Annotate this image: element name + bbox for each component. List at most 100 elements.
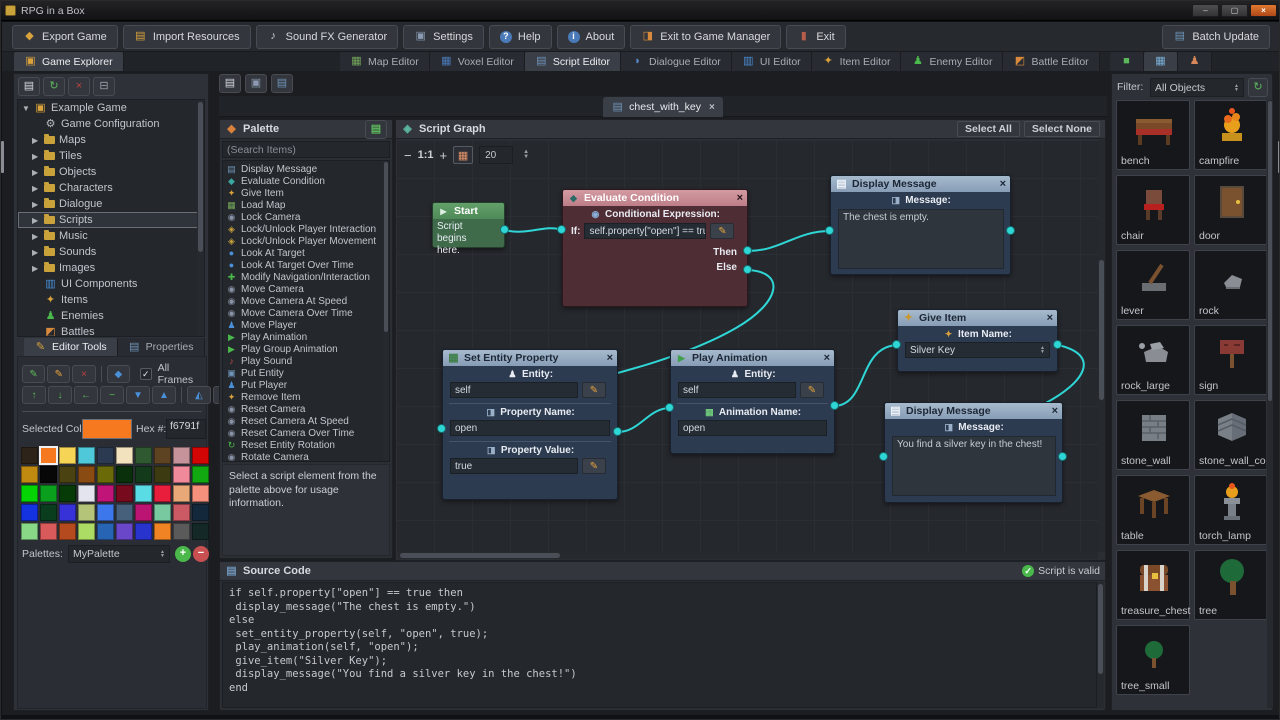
palette-dock-button[interactable]: ▤ (365, 120, 387, 139)
node-port[interactable] (830, 401, 839, 410)
message-textarea[interactable]: The chest is empty. (838, 209, 1004, 269)
color-swatch[interactable] (173, 466, 190, 483)
node-port[interactable] (1058, 452, 1067, 461)
asset-tile-tree_small[interactable]: tree_small (1116, 625, 1190, 695)
zoom-reset-button[interactable]: 1:1 (418, 149, 434, 161)
menu-item-about[interactable]: iAbout (557, 25, 626, 49)
chevron-right-icon[interactable]: ▶ (32, 152, 40, 161)
chevron-right-icon[interactable]: ▶ (32, 168, 40, 177)
asset-tile-rock_large[interactable]: rock_large (1116, 325, 1190, 395)
chevron-right-icon[interactable]: ▶ (32, 216, 40, 225)
color-swatch[interactable] (40, 523, 57, 540)
close-tab-icon[interactable]: × (709, 102, 715, 113)
tab-script-editor[interactable]: ▤Script Editor (525, 52, 621, 71)
condition-expression-input[interactable]: self.property["open"] == true (584, 223, 706, 239)
node-port[interactable] (665, 403, 674, 412)
close-node-icon[interactable]: × (607, 352, 613, 364)
edit-entity-button[interactable]: ✎ (800, 382, 824, 398)
tab-ui-editor[interactable]: ▥UI Editor (732, 52, 812, 71)
menu-item-export-game[interactable]: ◆Export Game (12, 25, 118, 49)
chevron-right-icon[interactable]: ▶ (32, 200, 40, 209)
hex-input[interactable]: f6791f (166, 419, 206, 439)
tree-item-items[interactable]: ✦Items (18, 292, 204, 308)
menu-item-sound-fx-generator[interactable]: ♪Sound FX Generator (256, 25, 399, 49)
node-port[interactable] (557, 225, 566, 234)
tree-scrollbar[interactable] (198, 102, 203, 252)
tree-item-tiles[interactable]: ▶Tiles (18, 148, 204, 164)
property-name-input[interactable]: open (450, 420, 610, 436)
erase-tool[interactable]: × (72, 365, 95, 383)
tree-item-enemies[interactable]: ♟Enemies (18, 308, 204, 324)
palette-item-move-camera-at-speed[interactable]: ◉Move Camera At Speed (223, 295, 389, 307)
nudge-left-button[interactable]: ← (74, 386, 98, 404)
palette-item-look-at-target[interactable]: ●Look At Target (223, 247, 389, 259)
color-swatch[interactable] (116, 447, 133, 464)
chevron-right-icon[interactable]: ▶ (32, 232, 40, 241)
palette-item-put-player[interactable]: ♟Put Player (223, 379, 389, 391)
asset-tile-sign[interactable]: sign (1194, 325, 1266, 395)
close-node-icon[interactable]: × (1047, 312, 1053, 324)
tab-voxel-editor[interactable]: ▦Voxel Editor (430, 52, 525, 71)
color-swatch[interactable] (135, 466, 152, 483)
flip-button[interactable]: ◭ (187, 386, 211, 404)
color-swatch[interactable] (116, 504, 133, 521)
palette-item-remove-item[interactable]: ✦Remove Item (223, 391, 389, 403)
filter-dropdown[interactable]: All Objects▲▼ (1150, 78, 1244, 97)
color-swatch[interactable] (135, 447, 152, 464)
chevron-right-icon[interactable]: ▶ (32, 264, 40, 273)
color-swatch[interactable] (173, 447, 190, 464)
node-port[interactable] (825, 226, 834, 235)
color-swatch[interactable] (21, 466, 38, 483)
zoom-in-button[interactable]: + (440, 148, 448, 163)
palette-item-reset-camera[interactable]: ◉Reset Camera (223, 403, 389, 415)
color-swatch[interactable] (154, 523, 171, 540)
tab-map-editor[interactable]: ▦Map Editor (340, 52, 430, 71)
tree-item-characters[interactable]: ▶Characters (18, 180, 204, 196)
color-swatch[interactable] (21, 447, 38, 464)
tree-item-objects[interactable]: ▶Objects (18, 164, 204, 180)
source-scrollbar[interactable] (1098, 584, 1103, 674)
tab-editor-tools[interactable]: ✎Editor Tools (24, 338, 118, 356)
tab-properties[interactable]: ▤Properties (118, 338, 205, 356)
color-swatch[interactable] (78, 485, 95, 502)
tree-item-battles[interactable]: ◩Battles (18, 324, 204, 337)
asset-tile-campfire[interactable]: campfire (1194, 100, 1266, 170)
color-swatch[interactable] (40, 485, 57, 502)
node-display-message-2[interactable]: ▤Display Message× ◨Message: You find a s… (884, 402, 1063, 503)
zoom-out-button[interactable]: − (404, 148, 412, 163)
grid-size-input[interactable]: 20 (479, 146, 513, 164)
tree-item-example-game[interactable]: ▼▣Example Game (18, 100, 204, 116)
chevron-right-icon[interactable]: ▶ (32, 136, 40, 145)
color-swatch[interactable] (21, 504, 38, 521)
node-port[interactable] (437, 424, 446, 433)
palette-item-reset-camera-over-time[interactable]: ◉Reset Camera Over Time (223, 427, 389, 439)
color-swatch[interactable] (78, 447, 95, 464)
palette-item-lock-unlock-player-interaction[interactable]: ◈Lock/Unlock Player Interaction (223, 223, 389, 235)
menu-item-exit[interactable]: ▮Exit (786, 25, 845, 49)
tree-item-scripts[interactable]: ▶Scripts (18, 212, 204, 228)
node-port[interactable] (892, 340, 901, 349)
node-evaluate-condition[interactable]: ◆Evaluate Condition× ◉Conditional Expres… (562, 189, 748, 307)
color-swatch[interactable] (21, 523, 38, 540)
asset-tile-tree[interactable]: tree (1194, 550, 1266, 620)
asset-tile-rock[interactable]: rock (1194, 250, 1266, 320)
node-port[interactable] (879, 452, 888, 461)
color-swatch[interactable] (97, 447, 114, 464)
tree-item-dialogue[interactable]: ▶Dialogue (18, 196, 204, 212)
palette-item-lock-unlock-player-movement[interactable]: ◈Lock/Unlock Player Movement (223, 235, 389, 247)
close-node-icon[interactable]: × (737, 192, 743, 204)
save-script-button[interactable]: ▣ (245, 74, 267, 93)
color-swatch[interactable] (59, 485, 76, 502)
lower-button[interactable]: ▼ (126, 386, 150, 404)
color-swatch[interactable] (40, 447, 57, 464)
palette-item-give-item[interactable]: ✦Give Item (223, 187, 389, 199)
palette-item-modify-navigation-interaction[interactable]: ✚Modify Navigation/Interaction (223, 271, 389, 283)
tab-game-explorer[interactable]: ▣Game Explorer (14, 52, 124, 71)
tab-battle-editor[interactable]: ◩Battle Editor (1003, 52, 1099, 71)
add-voxel-tool[interactable]: ✎ (22, 365, 45, 383)
asset-tile-door[interactable]: door (1194, 175, 1266, 245)
tab-enemy-editor[interactable]: ♟Enemy Editor (901, 52, 1003, 71)
palette-item-reset-camera-at-speed[interactable]: ◉Reset Camera At Speed (223, 415, 389, 427)
node-give-item[interactable]: ✦Give Item× ✦Item Name: Silver Key▲▼ (897, 309, 1058, 372)
palette-item-display-message[interactable]: ▤Display Message (223, 163, 389, 175)
